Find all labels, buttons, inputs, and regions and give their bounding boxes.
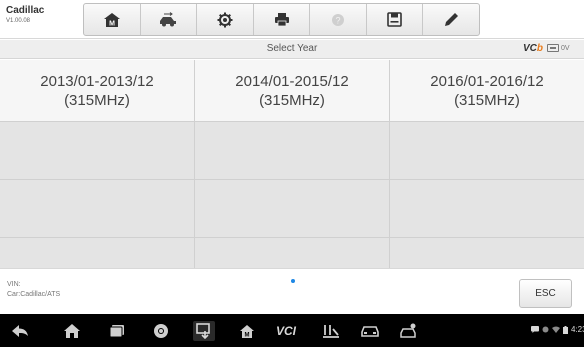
empty-grid-cell <box>0 238 195 268</box>
home-button[interactable]: M <box>84 4 141 35</box>
vehicle-shortcut[interactable] <box>360 321 380 341</box>
empty-grid-cell <box>0 122 195 180</box>
year-selection-grid: 2013/01-2013/12 (315MHz) 2014/01-2015/12(… <box>0 60 584 268</box>
vehicle-info: VIN: Car:Cadillac/ATS <box>7 280 60 300</box>
battery-voltage-label: 0V <box>561 44 570 52</box>
screen-capture-icon <box>196 323 210 339</box>
save-icon <box>387 12 402 27</box>
year-option-2014-2015[interactable]: 2014/01-2015/12 (315MHz) <box>195 60 390 122</box>
remote-desk-icon <box>323 325 339 338</box>
vci-label: VC <box>523 43 537 54</box>
status-tray: 4:23 <box>531 325 584 334</box>
change-vehicle-button[interactable] <box>141 4 198 35</box>
status-circle-icon <box>542 326 549 333</box>
empty-grid-cell <box>0 180 195 238</box>
year-option-2016[interactable]: 2016/01-2016/12 (315MHz) <box>390 60 584 122</box>
empty-grid-cell <box>390 238 584 268</box>
battery-icon <box>563 325 568 334</box>
toolbar: M ? <box>83 3 480 36</box>
year-option-frequency: (315MHz) <box>259 91 325 109</box>
app-title: Cadillac V1.00.08 <box>6 5 44 26</box>
help-button[interactable]: ? <box>310 4 367 35</box>
browser-shortcut[interactable] <box>151 321 171 341</box>
svg-text:?: ? <box>336 15 341 25</box>
edit-icon <box>445 12 459 26</box>
empty-grid-cell <box>390 180 584 238</box>
wifi-icon <box>552 326 560 333</box>
message-icon <box>531 326 539 333</box>
home-icon: M <box>103 12 120 27</box>
home-nav-button[interactable] <box>62 321 82 341</box>
software-version-label: V1.00.08 <box>6 18 31 24</box>
car-label: Car:Cadillac/ATS <box>7 291 61 298</box>
clock-label: 4:23 <box>571 325 584 334</box>
empty-grid-cell <box>390 122 584 180</box>
year-option-frequency: (315MHz) <box>64 91 130 109</box>
year-option-2013[interactable]: 2013/01-2013/12 (315MHz) <box>0 60 195 122</box>
vehicle-info-bar: VIN: Car:Cadillac/ATS ESC <box>0 268 584 314</box>
save-button[interactable] <box>367 4 424 35</box>
svg-text:M: M <box>109 20 115 27</box>
vin-label: VIN: <box>7 281 21 288</box>
vehicle-menu-shortcut[interactable] <box>399 321 421 341</box>
back-icon <box>12 325 28 337</box>
maxisys-home-shortcut[interactable]: M <box>237 321 257 341</box>
android-home-icon <box>64 324 80 338</box>
vehicle-menu-icon <box>400 323 416 338</box>
print-button[interactable] <box>254 4 311 35</box>
vci-connection-label: b <box>536 43 544 54</box>
empty-grid-cell <box>195 180 390 238</box>
vci-shortcut[interactable]: VCI <box>274 321 298 341</box>
remote-shortcut[interactable] <box>321 321 341 341</box>
chrome-icon <box>154 324 168 338</box>
page-title: Select Year <box>266 43 318 54</box>
edit-button[interactable] <box>423 4 479 35</box>
recent-apps-button[interactable] <box>107 321 127 341</box>
empty-grid-cell <box>195 122 390 180</box>
screenshot-shortcut[interactable] <box>193 321 215 341</box>
esc-button[interactable]: ESC <box>519 279 572 308</box>
system-navigation-bar: M VCI 4:23 <box>0 314 584 347</box>
page-indicator-dot <box>291 279 295 283</box>
year-option-frequency: (315MHz) <box>454 91 520 109</box>
battery-voltage-indicator: 0V <box>547 44 570 52</box>
year-option-range: 2014/01-2015/12 <box>235 72 349 90</box>
recent-apps-icon <box>109 325 124 338</box>
maxisys-home-icon: M <box>240 324 254 338</box>
year-option-range: 2013/01-2013/12 <box>40 72 154 90</box>
car-icon <box>361 326 379 337</box>
back-button[interactable] <box>10 321 30 341</box>
subheader: Select Year VCb 0V <box>0 40 584 59</box>
print-icon <box>274 13 289 27</box>
help-icon: ? <box>332 13 345 26</box>
empty-grid-cell <box>195 238 390 268</box>
settings-icon <box>217 12 233 27</box>
vehicle-swap-icon <box>160 11 177 26</box>
vehicle-make-label: Cadillac <box>6 5 45 16</box>
vci-status-indicator: VCb <box>523 43 543 54</box>
car-battery-icon <box>547 44 559 52</box>
top-bar: Cadillac V1.00.08 M ? <box>0 0 584 39</box>
year-option-range: 2016/01-2016/12 <box>430 72 544 90</box>
settings-button[interactable] <box>197 4 254 35</box>
svg-text:M: M <box>245 332 250 338</box>
